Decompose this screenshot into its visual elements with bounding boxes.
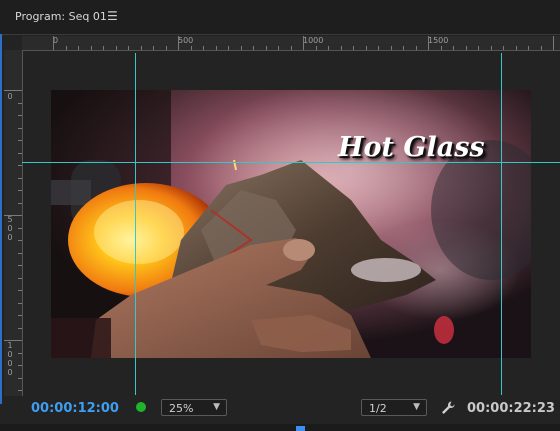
ruler-tick: [378, 46, 379, 50]
ruler-tick: [365, 46, 367, 50]
ruler-tick: [515, 46, 517, 50]
panel-title[interactable]: Program: Seq 01: [15, 10, 107, 23]
header-divider: [0, 34, 560, 35]
playhead-marker[interactable]: [296, 426, 305, 431]
playback-resolution-select[interactable]: 1/2 ▼: [361, 399, 427, 416]
ruler-tick: [18, 202, 22, 204]
ruler-tick: [303, 36, 304, 50]
ruler-label: 500: [178, 36, 194, 45]
ruler-tick: [240, 46, 242, 50]
ruler-label: 1000: [303, 36, 324, 45]
ruler-vertical[interactable]: 0 5 0 0 1 0 0 0: [4, 50, 23, 396]
ruler-tick: [78, 46, 79, 50]
ruler-tick: [53, 36, 54, 50]
ruler-tick: [215, 46, 217, 50]
ruler-tick: [90, 46, 92, 50]
ruler-tick: [18, 177, 22, 179]
ruler-tick: [528, 46, 529, 50]
ruler-tick: [490, 46, 492, 50]
zoom-select[interactable]: 25% ▼: [161, 399, 227, 416]
ruler-tick: [18, 252, 22, 254]
ruler-tick: [18, 352, 22, 354]
ruler-tick: [153, 46, 154, 50]
ruler-tick: [65, 46, 67, 50]
ruler-tick: [165, 46, 167, 50]
ruler-label: 1500: [428, 36, 449, 45]
ruler-tick: [465, 46, 467, 50]
ruler-tick: [178, 36, 179, 50]
ruler-tick: [228, 46, 229, 50]
ruler-tick: [18, 277, 22, 279]
guide-horizontal[interactable]: [22, 162, 560, 163]
ruler-tick: [18, 227, 22, 229]
ruler-tick: [128, 46, 129, 50]
duration-timecode: 00:00:22:23: [467, 401, 555, 416]
ruler-tick: [4, 215, 22, 216]
panel-header: Program: Seq 01 ☰: [0, 0, 560, 34]
ruler-label: 1 0 0 0: [7, 341, 13, 377]
ruler-tick: [340, 46, 342, 50]
resolution-value: 1/2: [369, 402, 387, 415]
ruler-tick: [18, 390, 22, 391]
ruler-tick: [290, 46, 292, 50]
hamburger-icon[interactable]: ☰: [107, 9, 118, 23]
guide-vertical-left[interactable]: [135, 53, 136, 395]
current-timecode[interactable]: 00:00:12:00: [31, 401, 119, 416]
ruler-label: 0: [7, 92, 13, 101]
ruler-tick: [18, 302, 22, 304]
ruler-tick: [18, 265, 22, 266]
panel-focus-border: [0, 34, 2, 404]
video-frame-image: [51, 90, 531, 358]
ruler-tick: [265, 46, 267, 50]
ruler-tick: [18, 377, 22, 379]
ruler-tick: [4, 90, 22, 91]
ruler-tick: [190, 46, 192, 50]
ruler-tick: [18, 190, 22, 191]
ruler-tick: [18, 165, 22, 166]
ruler-tick: [353, 46, 354, 50]
ruler-label: 5 0 0: [7, 215, 13, 242]
ruler-tick: [18, 315, 22, 316]
chevron-down-icon: ▼: [213, 402, 220, 412]
ruler-tick: [253, 46, 254, 50]
ruler-tick: [18, 240, 22, 241]
ruler-tick: [390, 46, 392, 50]
guide-vertical-right[interactable]: [501, 53, 502, 395]
program-monitor-frame[interactable]: [51, 90, 531, 358]
ruler-tick: [18, 365, 22, 366]
ruler-tick: [18, 140, 22, 141]
ruler-tick: [18, 290, 22, 291]
ruler-tick: [428, 36, 429, 50]
ruler-tick: [103, 46, 104, 50]
ruler-tick: [18, 102, 22, 104]
ruler-tick: [18, 115, 22, 116]
wrench-icon[interactable]: [440, 400, 456, 416]
ruler-tick: [440, 46, 442, 50]
ruler-tick: [115, 46, 117, 50]
ruler-tick: [4, 340, 22, 341]
ruler-horizontal[interactable]: 0 500 1000 1500: [22, 36, 560, 51]
ruler-tick: [553, 36, 554, 50]
ruler-tick: [278, 46, 279, 50]
title-overlay-text[interactable]: Hot Glass: [338, 132, 485, 163]
ruler-tick: [203, 46, 204, 50]
time-ruler-strip[interactable]: [0, 424, 560, 431]
ruler-tick: [453, 46, 454, 50]
ruler-tick: [540, 46, 542, 50]
ruler-tick: [18, 127, 22, 129]
ruler-tick: [140, 46, 142, 50]
ruler-tick: [503, 46, 504, 50]
ruler-tick: [328, 46, 329, 50]
ruler-tick: [478, 46, 479, 50]
zoom-value: 25%: [169, 402, 194, 415]
ruler-tick: [18, 327, 22, 329]
ruler-tick: [315, 46, 317, 50]
status-indicator-icon: [136, 402, 146, 412]
ruler-tick: [18, 152, 22, 154]
chevron-down-icon: ▼: [413, 402, 420, 412]
ruler-tick: [415, 46, 417, 50]
ruler-tick: [403, 46, 404, 50]
